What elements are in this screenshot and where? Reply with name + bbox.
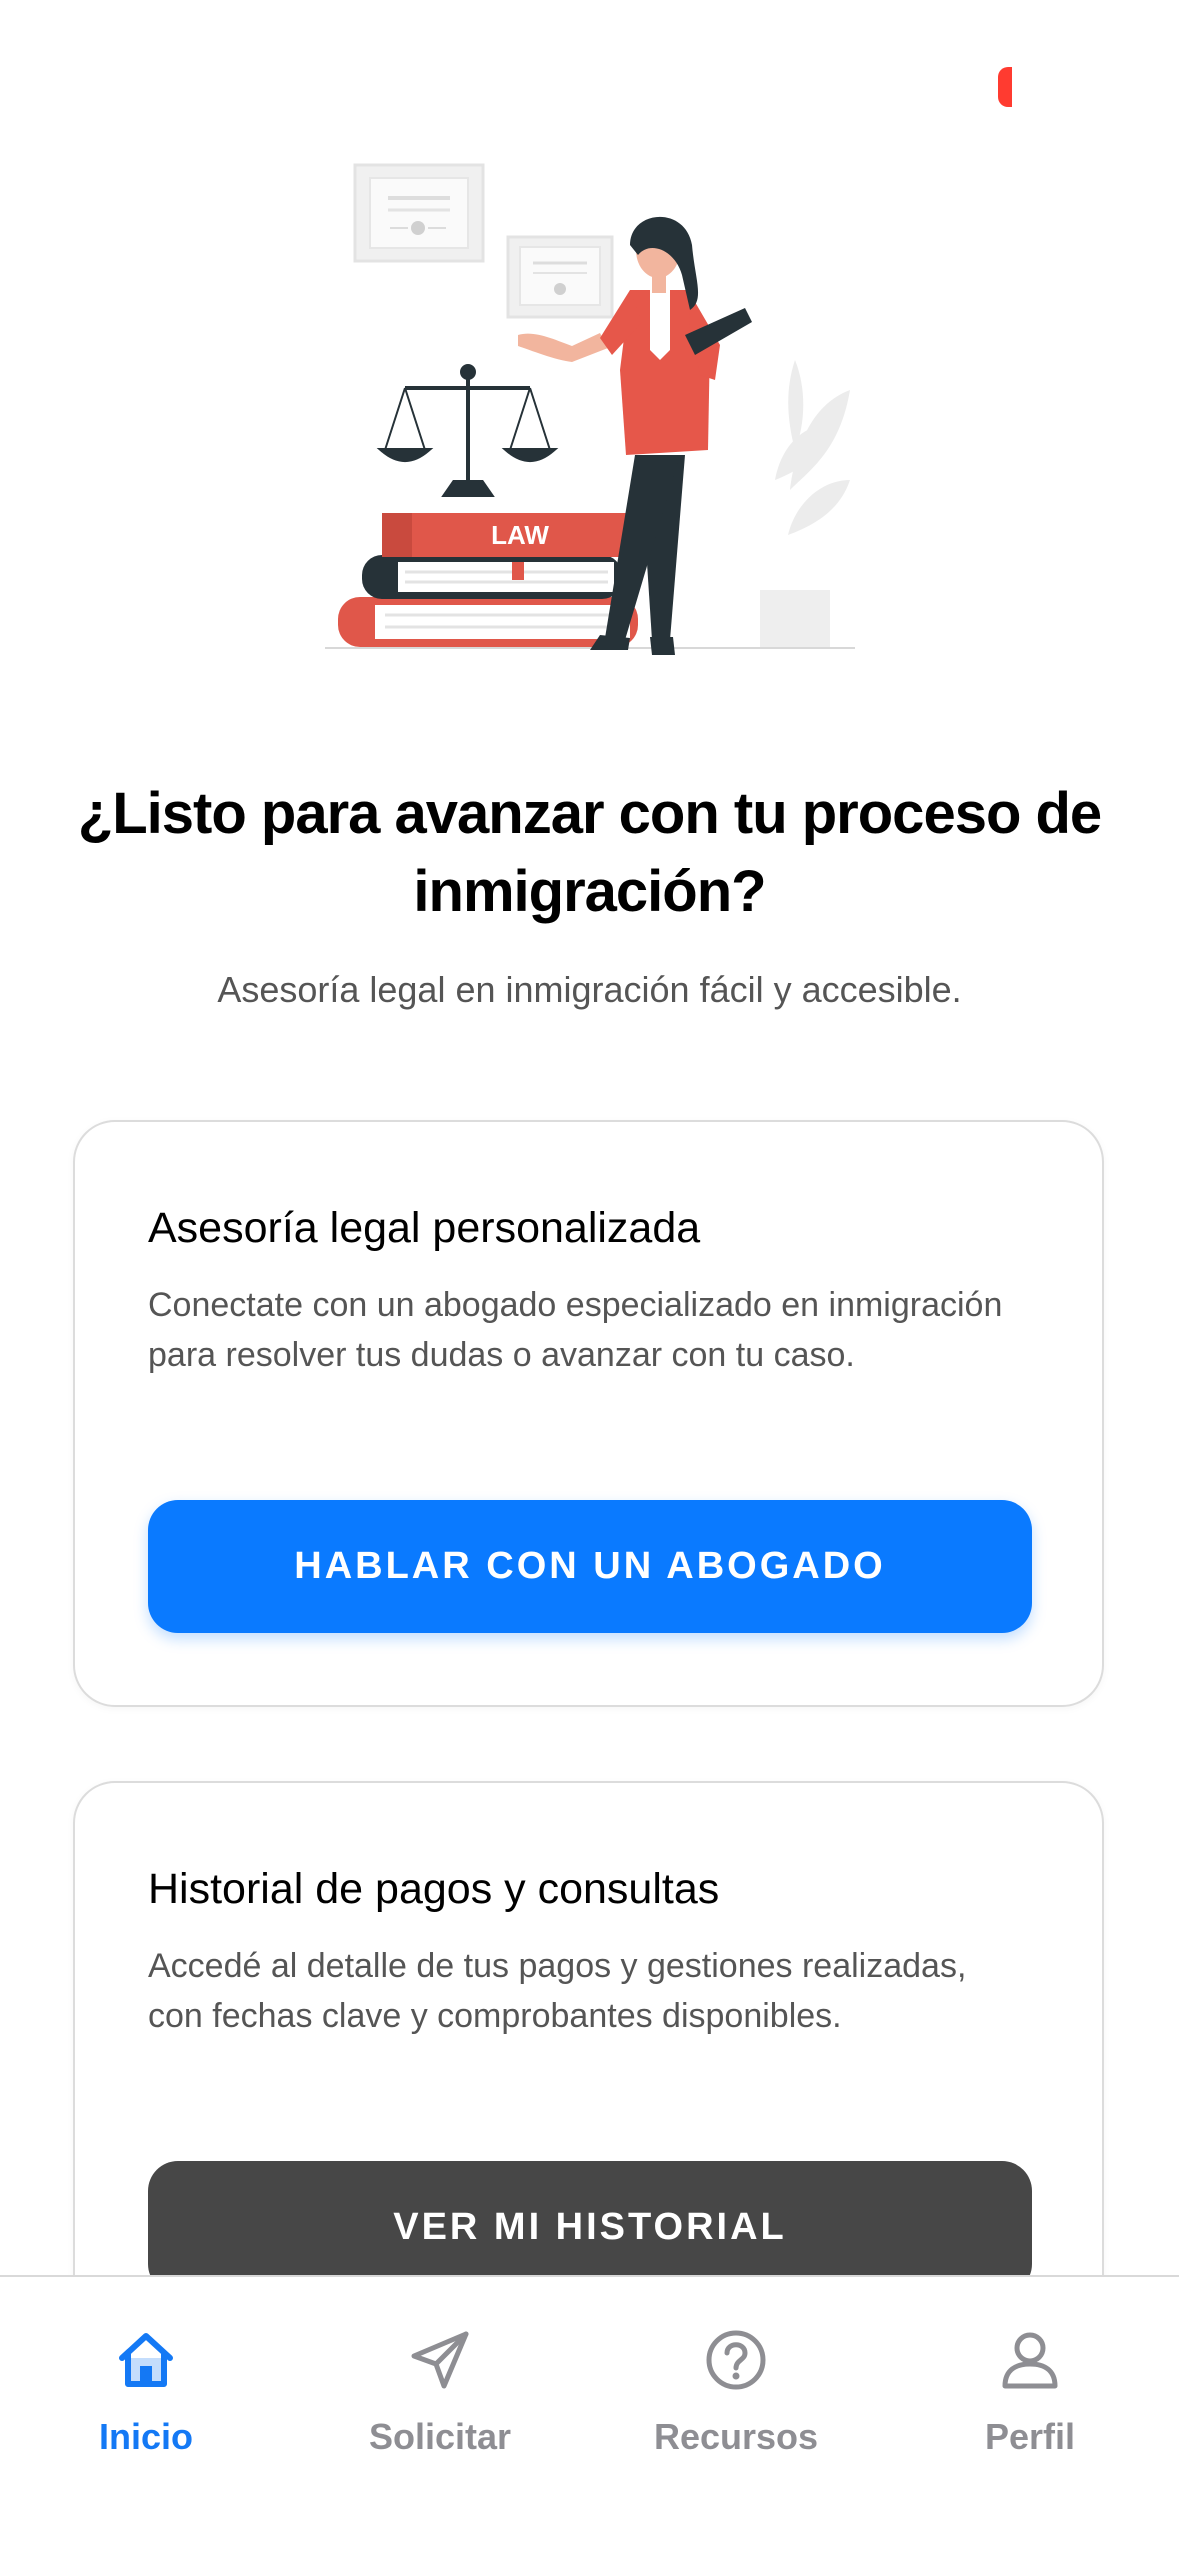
tab-solicitar[interactable]: Solicitar bbox=[310, 2277, 570, 2477]
tab-inicio[interactable]: Inicio bbox=[16, 2277, 276, 2477]
tab-label: Inicio bbox=[98, 2416, 193, 2457]
tab-label: Perfil bbox=[984, 2416, 1076, 2457]
talk-to-lawyer-button[interactable]: HABLAR CON UN ABOGADO bbox=[148, 1500, 1032, 1633]
certificate-icon bbox=[353, 163, 485, 263]
tab-recursos[interactable]: Recursos bbox=[606, 2277, 866, 2477]
page-subtitle: Asesoría legal en inmigración fácil y ac… bbox=[217, 969, 962, 1010]
legal-advice-card: Asesoría legal personalizada Conectate c… bbox=[73, 1120, 1104, 1707]
plant-icon bbox=[760, 360, 850, 648]
law-books-icon: LAW bbox=[338, 513, 638, 647]
tab-label: Solicitar bbox=[368, 2416, 512, 2457]
notification-indicator bbox=[998, 67, 1012, 107]
certificate-icon bbox=[506, 235, 614, 319]
page-title: ¿Listo para avanzar con tu proceso de in… bbox=[77, 781, 1102, 924]
send-icon bbox=[405, 2325, 475, 2395]
card-description: Accedé al detalle de tus pagos y gestion… bbox=[148, 1947, 967, 2035]
home-icon bbox=[111, 2325, 181, 2395]
tab-perfil[interactable]: Perfil bbox=[900, 2277, 1160, 2477]
scales-of-justice-icon bbox=[376, 364, 559, 497]
user-icon bbox=[995, 2325, 1065, 2395]
card-description: Conectate con un abogado especializado e… bbox=[148, 1286, 1003, 1374]
book-label: LAW bbox=[491, 520, 549, 550]
card-title: Asesoría legal personalizada bbox=[148, 1204, 701, 1252]
help-circle-icon bbox=[701, 2325, 771, 2395]
tab-label: Recursos bbox=[653, 2416, 819, 2457]
home-screen: LAW ¿Listo para avanzar con tu proceso d… bbox=[0, 0, 1179, 2556]
card-title: Historial de pagos y consultas bbox=[148, 1865, 720, 1913]
hero-illustration: LAW bbox=[325, 163, 855, 655]
bottom-tab-bar: Inicio Solicitar Recursos Perfil bbox=[0, 2275, 1179, 2556]
